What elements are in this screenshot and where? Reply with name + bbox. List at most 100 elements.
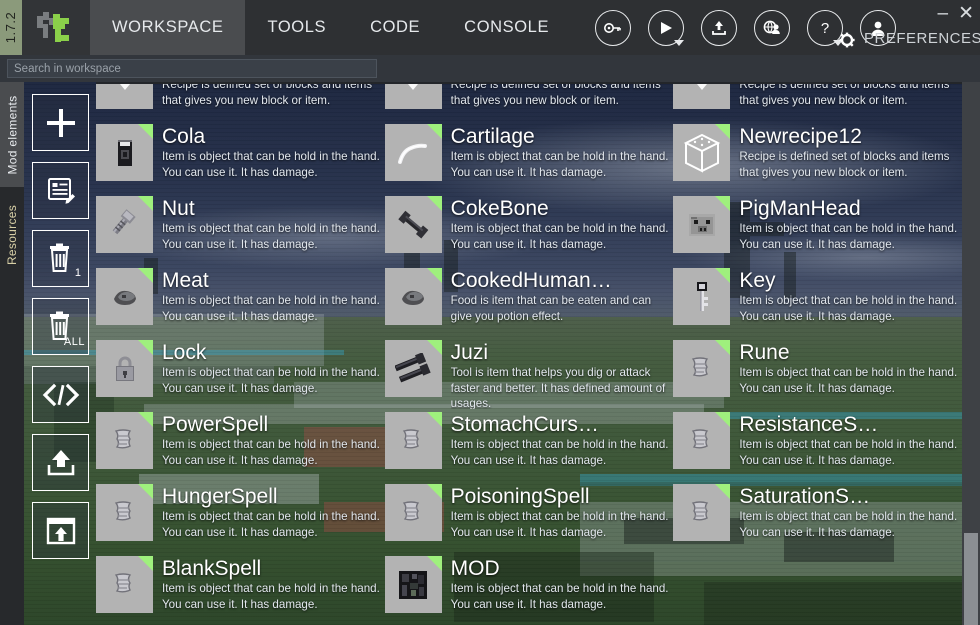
minimize-button[interactable]: – — [938, 4, 949, 23]
locked-status-corner-icon — [426, 268, 442, 283]
mod-element-thumbnail — [673, 412, 731, 469]
mod-element-card[interactable]: Cola Item is object that can be hold in t… — [96, 123, 385, 195]
mod-element-thumbnail — [384, 340, 442, 397]
mod-element-card[interactable]: Lock Item is object that can be hold in t… — [96, 339, 385, 411]
mod-thumbnail-art — [398, 570, 428, 600]
locked-status-corner-icon — [138, 196, 153, 211]
mod-element-card[interactable]: CokeBone Item is object that can be hold … — [384, 195, 674, 267]
tab-tools[interactable]: TOOLS — [245, 0, 348, 55]
mod-element-card[interactable]: PoisoningSpell Item is object that can be… — [384, 483, 674, 555]
play-icon[interactable] — [648, 9, 685, 46]
mod-element-thumbnail — [673, 484, 731, 541]
mod-elements-grid[interactable]: RecipeRecipe is defined set of blocks an… — [96, 82, 962, 625]
import-window-icon — [46, 517, 75, 544]
scrollbar-thumb[interactable] — [964, 533, 978, 625]
mod-element-card[interactable]: SaturationS… Item is object that can be h… — [673, 483, 962, 555]
add-new-element-button[interactable] — [32, 94, 89, 151]
tab-console[interactable]: CONSOLE — [442, 0, 571, 55]
mod-element-text: PigManHead Item is object that can be hol… — [739, 195, 962, 252]
mod-element-name: CookedHuman… — [450, 269, 612, 292]
mod-element-card[interactable]: Nut Item is object that can be hold in th… — [96, 195, 385, 267]
export-button[interactable] — [32, 434, 89, 491]
tab-code-label: CODE — [370, 18, 421, 36]
locked-status-corner-icon — [138, 124, 153, 139]
code-brackets-icon — [42, 383, 79, 406]
locked-status-corner-icon — [715, 196, 731, 211]
mod-element-name: Newrecipe12 — [739, 125, 862, 148]
mod-element-card[interactable]: BlankSpell Item is object that can be hol… — [96, 555, 385, 625]
vertical-scrollbar[interactable] — [962, 82, 980, 625]
mod-element-card[interactable]: ResistanceS… Item is object that can be h… — [673, 411, 962, 483]
tab-workspace-label: WORKSPACE — [112, 18, 224, 36]
mod-element-description: Recipe is defined set of blocks and item… — [739, 150, 950, 179]
mod-element-description: Recipe is defined set of blocks and item… — [162, 82, 373, 107]
mod-element-text: CookedHuman… Food is item that can be eat… — [451, 267, 674, 324]
meat-thumbnail-art — [109, 285, 141, 309]
preferences-button[interactable]: PREFERENCES — [838, 27, 980, 49]
mod-element-card[interactable]: Key Item is object that can be hold in th… — [673, 267, 962, 339]
mod-element-card[interactable]: CookedHuman… Food is item that can be eat… — [384, 267, 674, 339]
mod-element-thumbnail — [673, 268, 731, 325]
mod-element-card[interactable]: PigManHead Item is object that can be hol… — [673, 195, 962, 267]
delete-element-button[interactable]: 1 — [32, 230, 89, 287]
mod-element-card[interactable]: Cartilage Item is object that can be hold… — [384, 123, 674, 195]
locked-status-corner-icon — [138, 556, 153, 571]
mod-element-text: MOD Item is object that can be hold in th… — [451, 555, 674, 612]
mod-element-thumbnail — [673, 124, 731, 181]
edit-element-button[interactable] — [32, 162, 89, 219]
mod-element-card[interactable]: Rune Item is object that can be hold in t… — [673, 339, 962, 411]
mod-element-description: Item is object that can be hold in the h… — [162, 222, 380, 251]
mod-element-name: Nut — [162, 197, 195, 220]
mod-element-card[interactable]: MOD Item is object that can be hold in th… — [384, 555, 674, 625]
mod-element-name: Meat — [162, 269, 209, 292]
sidebar-tab-mod-elements[interactable]: Mod elements — [0, 82, 24, 187]
locked-status-corner-icon — [138, 412, 153, 427]
mod-element-card[interactable]: RecipeRecipe is defined set of blocks an… — [96, 82, 385, 123]
bone-thumbnail-art — [396, 210, 430, 240]
element-toolbar: 1 ALL — [32, 94, 90, 559]
mod-element-card[interactable]: PowerSpell Item is object that can be hol… — [96, 411, 385, 483]
mod-element-thumbnail — [96, 268, 153, 325]
tab-code[interactable]: CODE — [348, 0, 442, 55]
window-controls: – ✕ — [938, 4, 975, 23]
scroll-thumbnail-art — [398, 499, 428, 527]
mod-element-description: Item is object that can be hold in the h… — [162, 438, 380, 467]
mod-element-name: Lock — [162, 341, 207, 364]
import-button[interactable] — [32, 502, 89, 559]
mod-element-card[interactable]: RecipeRecipe is defined set of blocks an… — [673, 82, 962, 123]
tab-workspace[interactable]: WORKSPACE — [90, 0, 246, 55]
search-input[interactable] — [7, 59, 377, 78]
sidebar-tab-resources[interactable]: Resources — [0, 187, 24, 283]
preferences-label: PREFERENCES — [864, 29, 980, 47]
mod-element-card[interactable]: Newrecipe12 Recipe is defined set of bloc… — [673, 123, 962, 195]
export-upload-icon[interactable] — [701, 9, 738, 46]
lock-thumbnail-art — [113, 354, 137, 384]
mod-element-thumbnail — [96, 340, 153, 397]
locked-status-corner-icon — [426, 484, 442, 499]
mod-element-thumbnail — [384, 82, 442, 109]
mod-element-name: Key — [739, 269, 776, 292]
view-code-button[interactable] — [32, 366, 89, 423]
mod-element-card[interactable]: Meat Item is object that can be hold in t… — [96, 267, 385, 339]
gear-key-icon[interactable] — [595, 9, 632, 46]
sidebar-tab-mod-elements-label: Mod elements — [5, 95, 20, 174]
mod-element-description: Item is object that can be hold in the h… — [450, 510, 669, 539]
mod-element-name: SaturationS… — [739, 485, 871, 508]
mod-element-text: Juzi Tool is item that helps you dig or a… — [451, 339, 674, 409]
delete-all-elements-button[interactable]: ALL — [32, 298, 89, 355]
mod-element-card[interactable]: HungerSpell Item is object that can be ho… — [96, 483, 385, 555]
locked-status-corner-icon — [715, 268, 731, 283]
locked-status-corner-icon — [138, 484, 153, 499]
close-button[interactable]: ✕ — [958, 4, 974, 23]
mod-element-description: Item is object that can be hold in the h… — [162, 510, 380, 539]
meat-thumbnail-art — [397, 285, 429, 309]
mod-element-card[interactable]: RecipeRecipe is defined set of blocks an… — [384, 82, 674, 123]
mod-element-text: RecipeRecipe is defined set of blocks an… — [451, 82, 674, 121]
mod-element-description: Item is object that can be hold in the h… — [450, 582, 669, 611]
globe-person-icon[interactable] — [754, 9, 791, 46]
scroll-thumbnail-art — [110, 571, 140, 599]
mod-element-description: Item is object that can be hold in the h… — [739, 510, 958, 539]
mod-element-card[interactable]: Juzi Tool is item that helps you dig or a… — [384, 339, 674, 411]
mod-element-thumbnail — [384, 196, 442, 253]
mod-element-card[interactable]: StomachCurs… Item is object that can be h… — [384, 411, 674, 483]
